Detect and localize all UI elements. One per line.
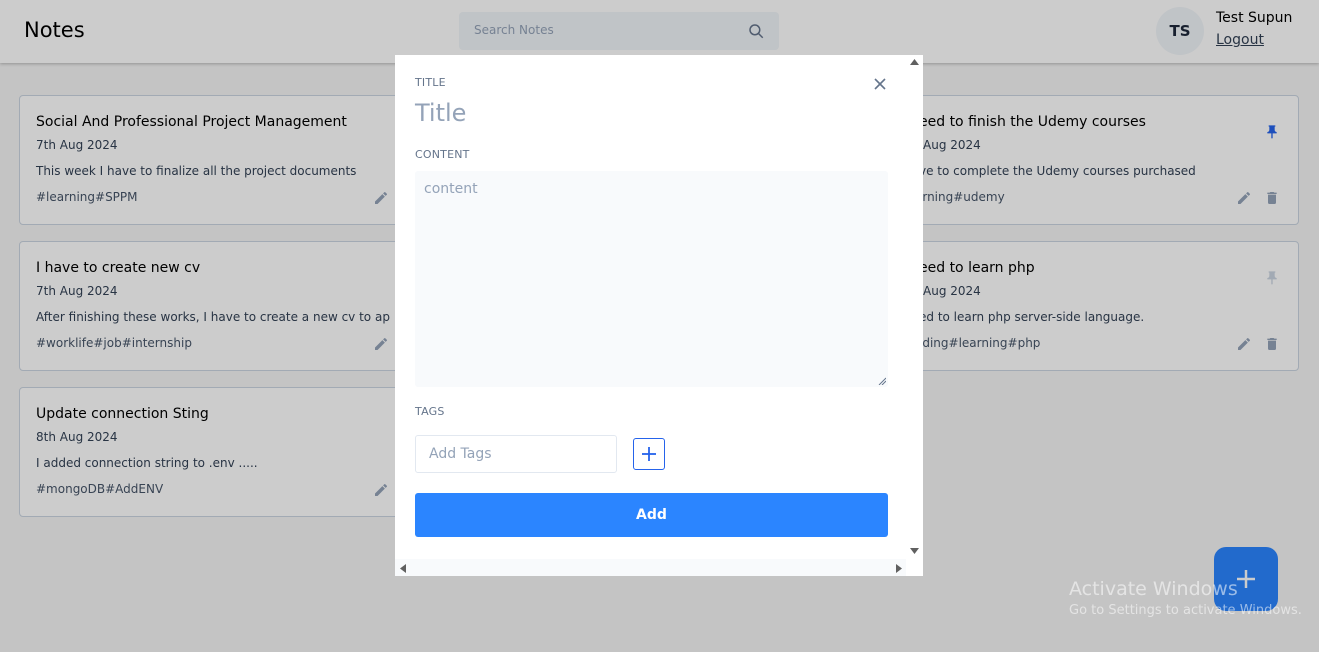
scroll-right-icon[interactable] <box>896 564 902 573</box>
add-tag-button[interactable] <box>633 438 665 470</box>
plus-icon <box>642 447 656 461</box>
title-input[interactable]: Title <box>415 99 466 127</box>
scroll-down-icon[interactable] <box>910 548 919 554</box>
content-placeholder: content <box>424 181 478 197</box>
content-textarea[interactable]: content <box>415 171 888 387</box>
add-note-modal: TITLE Title CONTENT content TAGS Add Tag… <box>395 55 923 576</box>
close-icon[interactable] <box>872 76 888 92</box>
watermark-subtitle: Go to Settings to activate Windows. <box>1069 603 1302 618</box>
tags-label: TAGS <box>415 405 445 418</box>
watermark-title: Activate Windows <box>1069 578 1238 600</box>
vertical-scrollbar[interactable] <box>906 55 923 559</box>
horizontal-scrollbar[interactable] <box>395 559 906 576</box>
scroll-left-icon[interactable] <box>400 564 406 573</box>
content-label: CONTENT <box>415 148 470 161</box>
resize-handle-icon[interactable] <box>878 377 886 385</box>
tags-input[interactable]: Add Tags <box>415 435 617 473</box>
add-button[interactable]: Add <box>415 493 888 537</box>
tags-placeholder: Add Tags <box>429 446 492 462</box>
scroll-up-icon[interactable] <box>910 59 919 65</box>
title-label: TITLE <box>415 76 446 89</box>
